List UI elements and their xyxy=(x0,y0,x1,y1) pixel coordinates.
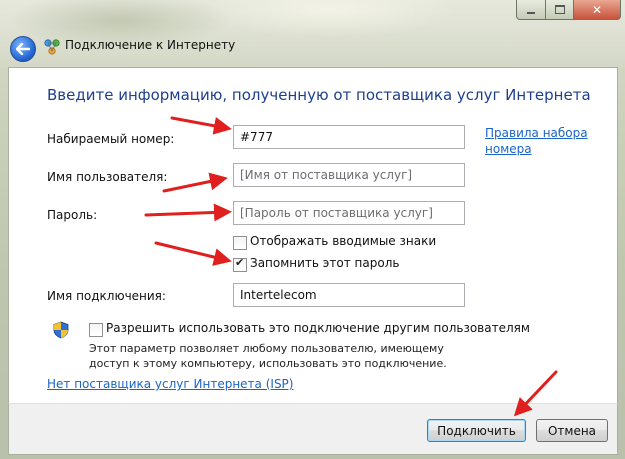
show-chars-label[interactable]: Отображать вводимые знаки xyxy=(250,234,436,248)
password-placeholder: [Пароль от поставщика услуг] xyxy=(240,206,433,220)
dial-number-value: #777 xyxy=(240,130,273,144)
username-input[interactable]: [Имя от поставщика услуг] xyxy=(233,163,465,187)
button-bar: Подключить Отмена xyxy=(8,403,618,455)
share-description: Этот параметр позволяет любому пользоват… xyxy=(89,342,447,370)
connection-name-input[interactable]: Intertelecom xyxy=(233,283,465,307)
username-label: Имя пользователя: xyxy=(47,170,168,184)
minimize-icon xyxy=(527,11,535,14)
back-button[interactable] xyxy=(10,36,36,62)
back-arrow-icon xyxy=(16,43,30,55)
share-connection-checkbox[interactable] xyxy=(89,323,103,337)
show-chars-checkbox[interactable] xyxy=(233,236,247,250)
cancel-button[interactable]: Отмена xyxy=(536,419,608,442)
connection-name-value: Intertelecom xyxy=(240,288,317,302)
connect-button[interactable]: Подключить xyxy=(427,419,526,442)
dialing-rules-link-line1: Правила набора xyxy=(485,126,588,140)
no-isp-link[interactable]: Нет поставщика услуг Интернета (ISP) xyxy=(47,377,293,391)
network-icon xyxy=(44,39,60,55)
window-controls: ✕ xyxy=(516,0,621,20)
remember-password-label[interactable]: Запомнить этот пароль xyxy=(250,256,399,270)
page-heading: Введите информацию, полученную от постав… xyxy=(47,86,591,104)
window-title: Подключение к Интернету xyxy=(65,38,236,52)
close-button[interactable]: ✕ xyxy=(574,0,621,20)
minimize-button[interactable] xyxy=(516,0,546,20)
share-connection-label[interactable]: Разрешить использовать это подключение д… xyxy=(106,321,530,335)
dialing-rules-link[interactable]: Правила набора номера xyxy=(485,125,588,157)
close-icon: ✕ xyxy=(591,2,603,17)
uac-shield-icon xyxy=(53,321,69,339)
wizard-content: Введите информацию, полученную от постав… xyxy=(8,67,618,404)
dial-number-input[interactable]: #777 xyxy=(233,125,465,149)
dialing-rules-link-line2: номера xyxy=(485,142,532,156)
remember-password-checkbox[interactable] xyxy=(233,256,247,272)
maximize-icon xyxy=(554,5,565,14)
password-label: Пароль: xyxy=(47,208,98,222)
maximize-button[interactable] xyxy=(546,0,574,20)
dial-number-label: Набираемый номер: xyxy=(47,132,175,146)
password-input[interactable]: [Пароль от поставщика услуг] xyxy=(233,201,465,225)
connection-name-label: Имя подключения: xyxy=(47,289,166,303)
username-placeholder: [Имя от поставщика услуг] xyxy=(240,168,413,182)
